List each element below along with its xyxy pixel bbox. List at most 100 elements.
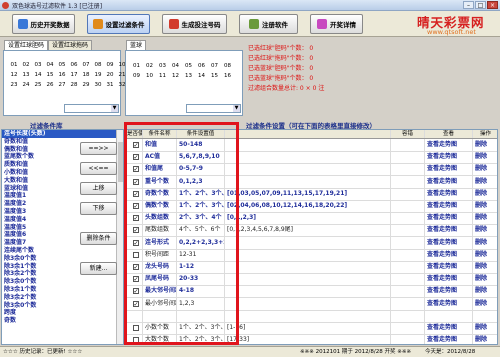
delete-link[interactable]: 删除: [473, 285, 497, 297]
tolerance-cell[interactable]: [391, 139, 425, 151]
delete-link[interactable]: 删除: [473, 163, 497, 175]
delete-condition-button[interactable]: 删除条件: [80, 232, 117, 245]
tolerance-cell[interactable]: [391, 187, 425, 200]
delete-link[interactable]: [473, 310, 497, 322]
delete-link[interactable]: 删除: [473, 188, 497, 200]
blue-number-cell[interactable]: 10: [143, 71, 156, 81]
blue-number-cell[interactable]: 07: [208, 61, 221, 71]
red-number-cell[interactable]: 18: [80, 70, 92, 80]
tolerance-cell[interactable]: [391, 322, 425, 334]
red-number-cell[interactable]: 15: [44, 70, 56, 80]
blue-number-cell[interactable]: 14: [195, 71, 208, 81]
red-number-cell[interactable]: 28: [68, 80, 80, 90]
blue-number-cell[interactable]: 13: [182, 71, 195, 81]
blue-number-cell[interactable]: 08: [221, 61, 234, 71]
filter-library-item[interactable]: 连续尾个数: [2, 247, 116, 255]
red-number-cell[interactable]: 25: [32, 80, 44, 90]
remove-condition-button[interactable]: <<==: [80, 162, 117, 175]
tolerance-cell[interactable]: [391, 273, 425, 286]
tolerance-cell[interactable]: [391, 163, 425, 176]
tolerance-cell[interactable]: [391, 285, 425, 298]
tolerance-cell[interactable]: [391, 261, 425, 273]
delete-link[interactable]: 删除: [473, 139, 497, 151]
red-number-cell[interactable]: 29: [80, 80, 92, 90]
view-trend-link[interactable]: 查看走势图: [425, 285, 473, 298]
filter-settings-button[interactable]: 设置过滤条件: [87, 14, 150, 34]
filter-library-item[interactable]: 连号长度(头数): [2, 130, 116, 138]
delete-link[interactable]: 删除: [473, 176, 497, 188]
filter-library-item[interactable]: 除3余0个数: [2, 278, 116, 286]
view-trend-link[interactable]: [425, 309, 473, 322]
red-number-cell[interactable]: 16: [56, 70, 68, 80]
red-number-cell[interactable]: 14: [32, 70, 44, 80]
add-condition-button[interactable]: ==>>: [80, 142, 117, 155]
view-trend-link[interactable]: 查看走势图: [425, 139, 473, 151]
blue-number-cell[interactable]: 06: [195, 61, 208, 71]
red-number-cell[interactable]: 04: [44, 60, 56, 70]
tolerance-cell[interactable]: [391, 236, 425, 249]
draw-details-button[interactable]: 开奖详情: [310, 14, 363, 34]
tab-blue[interactable]: 蓝球: [126, 40, 147, 50]
filter-library-item[interactable]: 除3余1个数: [2, 286, 116, 294]
blue-number-cell[interactable]: 03: [156, 61, 169, 71]
filter-library-item[interactable]: 除3余0个数: [2, 302, 116, 310]
view-trend-link[interactable]: 查看走势图: [425, 334, 473, 344]
red-number-cell[interactable]: 27: [56, 80, 68, 90]
filter-library-item[interactable]: 跨度: [2, 309, 116, 317]
blue-number-cell[interactable]: 01: [130, 61, 143, 71]
tolerance-cell[interactable]: [391, 175, 425, 188]
delete-link[interactable]: 删除: [473, 298, 497, 310]
delete-link[interactable]: 删除: [473, 224, 497, 236]
red-number-cell[interactable]: 05: [56, 60, 68, 70]
delete-link[interactable]: 删除: [473, 151, 497, 163]
view-trend-link[interactable]: 查看走势图: [425, 224, 473, 237]
tolerance-cell[interactable]: [391, 297, 425, 310]
view-trend-link[interactable]: 查看走势图: [425, 187, 473, 200]
view-trend-link[interactable]: 查看走势图: [425, 236, 473, 249]
view-trend-link[interactable]: 查看走势图: [425, 261, 473, 273]
tolerance-cell[interactable]: [391, 212, 425, 225]
blue-filter-select[interactable]: ▼: [186, 104, 241, 113]
view-trend-link[interactable]: 查看走势图: [425, 200, 473, 212]
tab-red-tuo[interactable]: 设置红球拖码: [48, 40, 93, 50]
red-number-cell[interactable]: 09: [104, 60, 116, 70]
blue-number-cell[interactable]: 16: [221, 71, 234, 81]
move-down-button[interactable]: 下移: [80, 202, 117, 215]
view-trend-link[interactable]: 查看走势图: [425, 273, 473, 286]
blue-number-cell[interactable]: 02: [143, 61, 156, 71]
view-trend-link[interactable]: 查看走势图: [425, 175, 473, 188]
red-number-cell[interactable]: 12: [8, 70, 20, 80]
tolerance-cell[interactable]: [391, 309, 425, 322]
delete-link[interactable]: 删除: [473, 249, 497, 261]
red-number-cell[interactable]: 30: [92, 80, 104, 90]
view-trend-link[interactable]: 查看走势图: [425, 212, 473, 225]
red-number-cell[interactable]: 17: [68, 70, 80, 80]
red-number-cell[interactable]: 23: [8, 80, 20, 90]
red-number-cell[interactable]: 24: [20, 80, 32, 90]
filter-library-item[interactable]: 奇数: [2, 317, 116, 325]
blue-number-cell[interactable]: 05: [182, 61, 195, 71]
blue-number-cell[interactable]: 15: [208, 71, 221, 81]
red-number-cell[interactable]: 13: [20, 70, 32, 80]
delete-link[interactable]: 删除: [473, 334, 497, 344]
move-up-button[interactable]: 上移: [80, 182, 117, 195]
red-number-cell[interactable]: 20: [104, 70, 116, 80]
new-condition-button[interactable]: 新建...: [80, 262, 117, 275]
blue-number-cell[interactable]: 12: [169, 71, 182, 81]
delete-link[interactable]: 删除: [473, 237, 497, 249]
red-number-cell[interactable]: 03: [32, 60, 44, 70]
tolerance-cell[interactable]: [391, 334, 425, 344]
minimize-button[interactable]: –: [463, 1, 474, 9]
red-number-cell[interactable]: 31: [104, 80, 116, 90]
filter-library-item[interactable]: 温度值4: [2, 216, 116, 224]
generate-numbers-button[interactable]: 生成投注号码: [162, 14, 227, 34]
register-button[interactable]: 注册软件: [239, 14, 298, 34]
red-number-cell[interactable]: 08: [92, 60, 104, 70]
delete-link[interactable]: 删除: [473, 261, 497, 273]
blue-number-cell[interactable]: 04: [169, 61, 182, 71]
red-number-cell[interactable]: 01: [8, 60, 20, 70]
tolerance-cell[interactable]: [391, 224, 425, 237]
tab-red-dan[interactable]: 设置红球胆码: [4, 40, 49, 50]
maximize-button[interactable]: □: [475, 1, 486, 9]
red-number-cell[interactable]: 19: [92, 70, 104, 80]
